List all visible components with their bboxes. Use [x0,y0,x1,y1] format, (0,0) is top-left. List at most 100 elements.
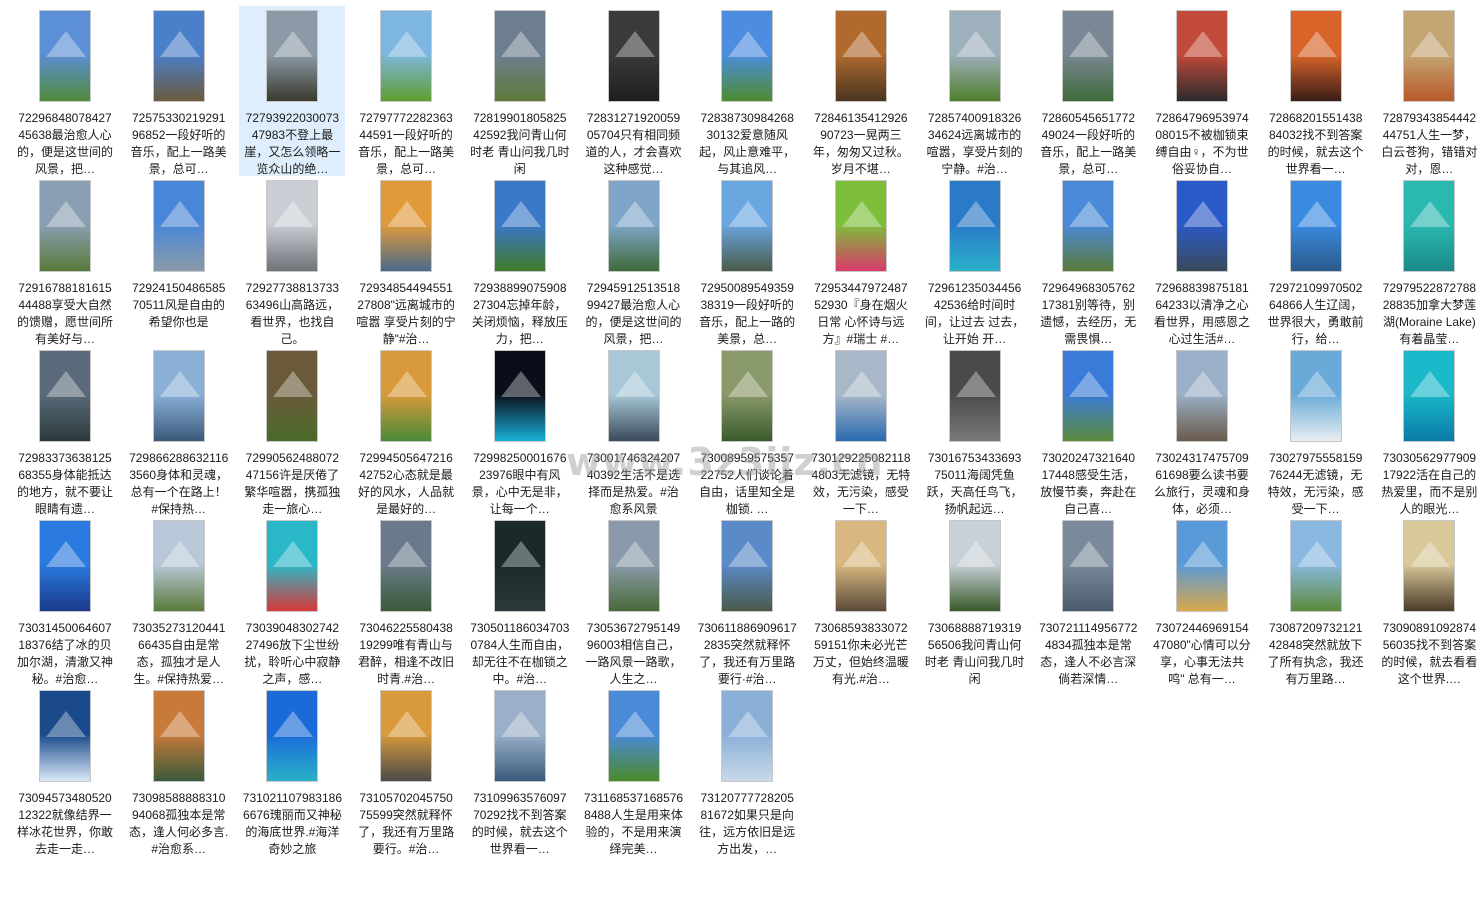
video-thumbnail[interactable] [1062,180,1115,272]
video-thumbnail[interactable] [39,690,91,782]
file-item[interactable]: 7308720973212142848突然就放下了所有执念，我还有万里路… [1263,516,1369,686]
video-thumbnail[interactable] [493,690,546,782]
video-thumbnail[interactable] [493,520,546,612]
file-item[interactable]: 7296883987518164233以清净之心看世界，用感恩之心过生活#… [1149,176,1255,346]
file-item[interactable]: 7303056297790917922活在自己的热爱里，而不是别人的眼光… [1376,346,1482,516]
video-thumbnail[interactable] [1289,520,1342,612]
file-item[interactable]: 7283873098426830132爱意随风起，风止意难平，与其追风… [694,6,800,176]
video-thumbnail[interactable] [607,10,660,102]
file-item[interactable]: 7257533021929196852一段好听的音乐，配上一路美景，总可… [126,6,232,176]
file-item[interactable]: 7295008954935938319一段好听的音乐，配上一路的美景，总… [694,176,800,346]
file-item[interactable]: 7279777228236344591一段好听的音乐，配上一路美景，总可… [353,6,459,176]
video-thumbnail[interactable] [721,350,774,442]
file-item[interactable]: 7301292250821184803无滤镜，无特效，无污染，感受一下… [808,346,914,516]
video-thumbnail[interactable] [1289,10,1342,102]
video-thumbnail[interactable] [948,10,1001,102]
file-item[interactable]: 7281990180582542592我问青山何时老 青山问我几时闲 [467,6,573,176]
video-thumbnail[interactable] [721,10,774,102]
video-thumbnail[interactable] [266,690,319,782]
video-thumbnail[interactable] [152,350,205,442]
video-thumbnail[interactable] [266,350,319,442]
file-item[interactable]: 7285740091832634624远离城市的喧嚣，享受片刻的宁静。#治… [922,6,1028,176]
video-thumbnail[interactable] [493,350,546,442]
video-thumbnail[interactable] [380,520,433,612]
file-item[interactable]: 7287934385444244751人生一梦，白云苍狗，错错对对，恩… [1376,6,1482,176]
file-item[interactable]: 7303145006460718376结了冰的贝加尔湖，清澈又神秘。#治愈… [12,516,118,686]
file-item[interactable]: 7302431747570961698要么读书要么旅行，灵魂和身体，必须… [1149,346,1255,516]
file-item[interactable]: 7306859383307259151你未必光芒万丈，但始终温暖有光.#治… [808,516,914,686]
file-item[interactable]: 7297952287278828835加拿大梦莲湖(Moraine Lake) … [1376,176,1482,346]
file-item[interactable]: 7307244696915447080"心情可以分享，心事无法共鸣" 总有一… [1149,516,1255,686]
file-item[interactable]: 7301675343369375011海阔凭鱼跃，天高任鸟飞，扬帆起远… [922,346,1028,516]
file-item[interactable]: 7292773881373363496山高路远，看世界，也找自己。 [239,176,345,346]
video-thumbnail[interactable] [266,180,319,272]
file-item[interactable]: 7309457348052012322就像结界一样冰花世界，你敢去走一走… [12,686,118,856]
file-item[interactable]: 7302797555815976244无滤镜，无特效，无污染，感受一下… [1263,346,1369,516]
file-item[interactable]: 7298337363812568355身体能抵达的地方，就不要让眼睛有遗… [12,346,118,516]
file-item[interactable]: 7293485449455127808"远离城市的喧嚣 享受片刻的宁静"#治… [353,176,459,346]
video-thumbnail[interactable] [39,10,91,102]
video-thumbnail[interactable] [1289,180,1342,272]
video-thumbnail[interactable] [834,10,887,102]
video-thumbnail[interactable] [39,520,91,612]
file-item[interactable]: 7303904830274227496放下尘世纷扰，聆听心中寂静之声，感… [239,516,345,686]
file-item[interactable]: 7286820155143884032找不到答案的时候，就去这个世界看一… [1263,6,1369,176]
file-item[interactable]: 7299825000167623976眼中有风景，心中无是非，让每一个… [467,346,573,516]
video-thumbnail[interactable] [948,520,1001,612]
file-item[interactable]: 7309858888831094068孤独本是常态，逢人何必多言.#治愈系… [126,686,232,856]
file-item[interactable]: 7309089109287456035找不到答案的时候，就去看看这个世界.… [1376,516,1482,686]
file-item[interactable]: 7283127192005905704只有相同频道的人，才会喜欢这种感觉… [581,6,687,176]
file-item[interactable]: 7304622558043819299唯有青山与君醉，相逢不改旧时青.#治… [353,516,459,686]
file-item[interactable]: 7292415048658570511风是自由的 希望你也是 [126,176,232,346]
video-thumbnail[interactable] [152,10,205,102]
file-item[interactable]: 7311685371685768488人生是用来体验的，不是用来演绎完美… [581,686,687,856]
video-thumbnail[interactable] [380,690,433,782]
file-item[interactable]: 7310211079831866676瑰丽而又神秘的海底世界.#海洋奇妙之旅 [239,686,345,856]
video-thumbnail[interactable] [1403,350,1456,442]
file-item[interactable]: 7307211149567724834孤独本是常态，逢人不必言深倘若深情… [1035,516,1141,686]
video-thumbnail[interactable] [1062,520,1115,612]
video-thumbnail[interactable] [39,350,91,442]
video-thumbnail[interactable] [1176,10,1228,102]
video-thumbnail[interactable] [1176,520,1228,612]
file-item[interactable]: 7293889907590827304忘掉年龄，关闭烦恼，释放压力，把… [467,176,573,346]
video-thumbnail[interactable] [1176,180,1228,272]
file-item[interactable]: 7303527312044166435自由是常态，孤独才是人生。#保持热爱… [126,516,232,686]
file-item[interactable]: 7296123503445642536给时间时间，让过去 过去，让开始 开… [922,176,1028,346]
video-thumbnail[interactable] [266,520,319,612]
video-thumbnail[interactable] [152,690,205,782]
video-thumbnail[interactable] [152,520,205,612]
video-thumbnail[interactable] [1289,350,1342,442]
video-thumbnail[interactable] [39,180,91,272]
file-item[interactable]: 7295344797248752930『身在烟火日常 心怀诗与远方』#瑞士 #… [808,176,914,346]
video-thumbnail[interactable] [607,520,660,612]
video-thumbnail[interactable] [607,690,660,782]
video-thumbnail[interactable] [834,180,887,272]
file-item[interactable]: 7294591251351899427最治愈人心的，便是这世间的风景，把… [581,176,687,346]
video-thumbnail[interactable] [1403,520,1456,612]
video-thumbnail[interactable] [380,350,433,442]
video-thumbnail[interactable] [1403,180,1456,272]
video-thumbnail[interactable] [834,350,887,442]
video-thumbnail[interactable] [607,350,660,442]
video-thumbnail[interactable] [380,180,433,272]
file-item[interactable]: 7300174632420740392生活不是选择而是热爱。#治愈系风景 [581,346,687,516]
video-thumbnail[interactable] [1403,10,1456,102]
file-item[interactable]: 7305011860347030784人生而自由，却无往不在枷锁之中。#治… [467,516,573,686]
file-item[interactable]: 7279392203007347983不登上最崖，又怎么领略一览众山的绝… [239,6,346,176]
file-item[interactable]: 7306888871931956506我问青山何时老 青山问我几时闲 [922,516,1028,686]
file-item[interactable]: 7284613541292690723一晃两三年，匆匆又过秋。岁月不堪… [808,6,914,176]
video-thumbnail[interactable] [948,350,1001,442]
file-item[interactable]: 7299056248807247156许是厌倦了繁华喧嚣，携孤独走一旅心… [239,346,345,516]
video-thumbnail[interactable] [1176,350,1228,442]
video-thumbnail[interactable] [380,10,433,102]
video-thumbnail[interactable] [1062,10,1115,102]
file-item[interactable]: 7310570204575075599突然就释怀了，我还有万里路要行。#治… [353,686,459,856]
file-item[interactable]: 7229684807842745638最治愈人心的，便是这世间的风景，把… [12,6,118,176]
video-thumbnail[interactable] [1062,350,1115,442]
video-thumbnail[interactable] [493,10,546,102]
file-item[interactable]: 7298662886321163560身体和灵魂，总有一个在路上！#保持热… [126,346,232,516]
video-thumbnail[interactable] [721,690,774,782]
video-thumbnail[interactable] [152,180,205,272]
file-item[interactable]: 7286054565177249024一段好听的音乐，配上一路美景，总可… [1035,6,1141,176]
